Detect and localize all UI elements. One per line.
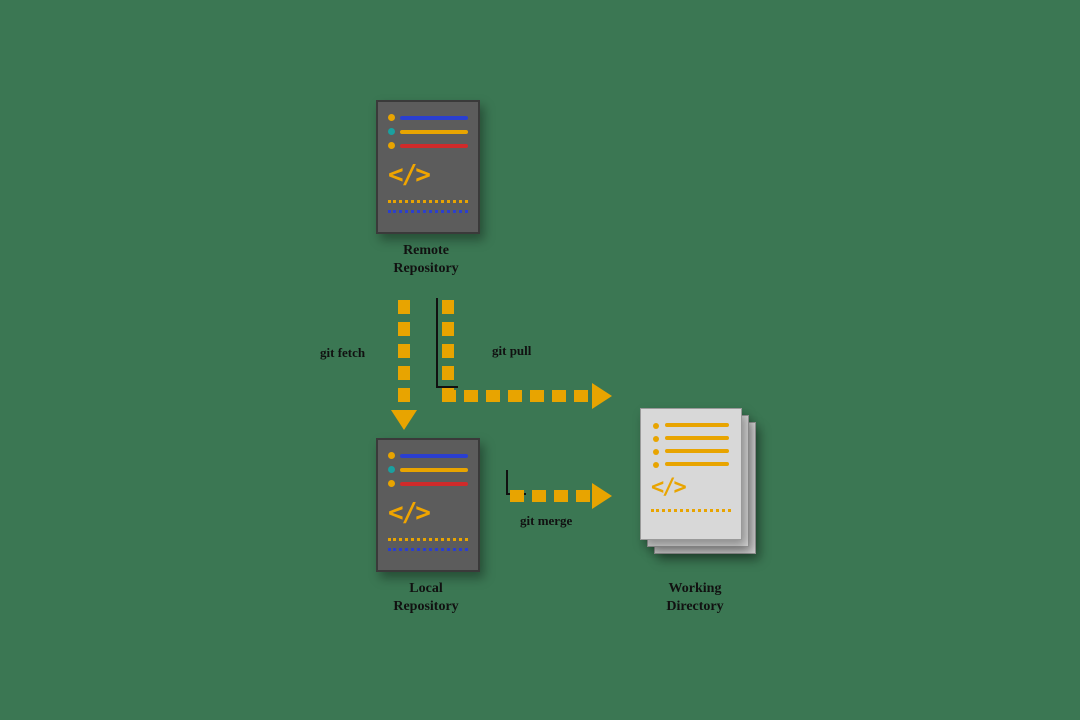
remote-repo-label: Remote Repository — [386, 242, 466, 277]
arrow-pull-head — [592, 383, 612, 409]
arrow-fetch-label: git fetch — [320, 345, 365, 361]
local-repo-icon: </> — [376, 438, 480, 572]
arrow-fetch — [398, 300, 410, 410]
code-icon: </> — [388, 160, 429, 190]
code-icon: </> — [388, 498, 429, 528]
arrow-merge-label: git merge — [520, 513, 572, 529]
remote-repo-icon: </> — [376, 100, 480, 234]
diagram-stage: </> Remote Repository git fetch git pull… — [0, 0, 1080, 720]
arrow-merge-head — [592, 483, 612, 509]
working-directory-label: Working Directory — [650, 580, 740, 615]
arrow-pull-h — [442, 390, 592, 402]
arrow-pull-label: git pull — [492, 343, 531, 359]
working-directory-icon: </> — [640, 408, 750, 548]
code-icon: </> — [651, 475, 685, 500]
arrow-fetch-head — [391, 410, 417, 430]
arrow-merge — [510, 490, 592, 502]
arrow-pull-corner — [436, 298, 458, 388]
local-repo-label: Local Repository — [386, 580, 466, 615]
